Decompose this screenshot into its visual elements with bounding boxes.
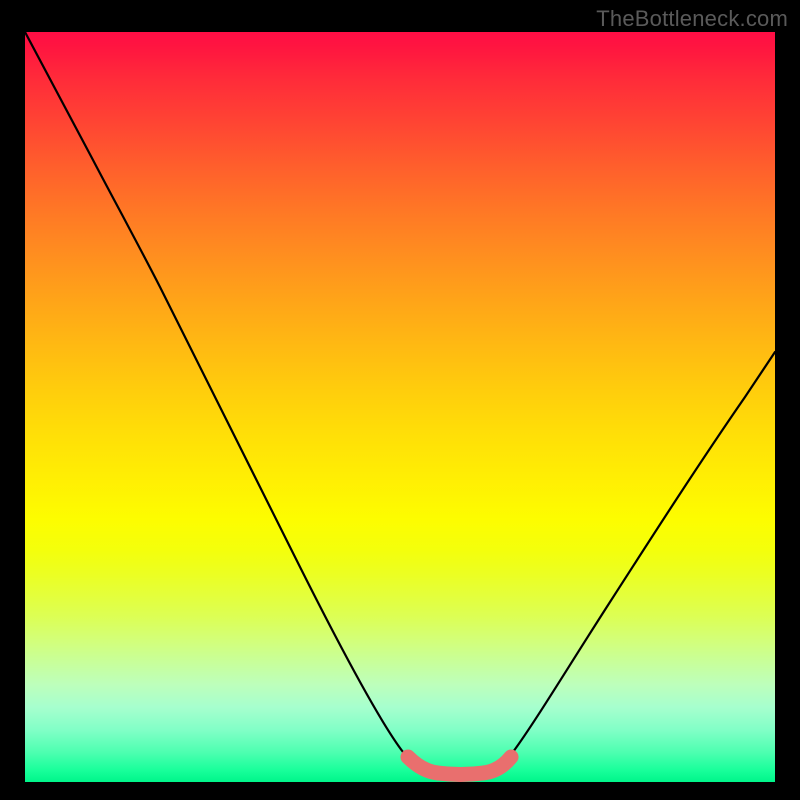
curve-layer [25,32,775,782]
plot-area [25,32,775,782]
optimal-band-path [408,757,511,775]
watermark-text: TheBottleneck.com [596,6,788,32]
bottleneck-curve-path [25,32,775,774]
chart-container: TheBottleneck.com [0,0,800,800]
